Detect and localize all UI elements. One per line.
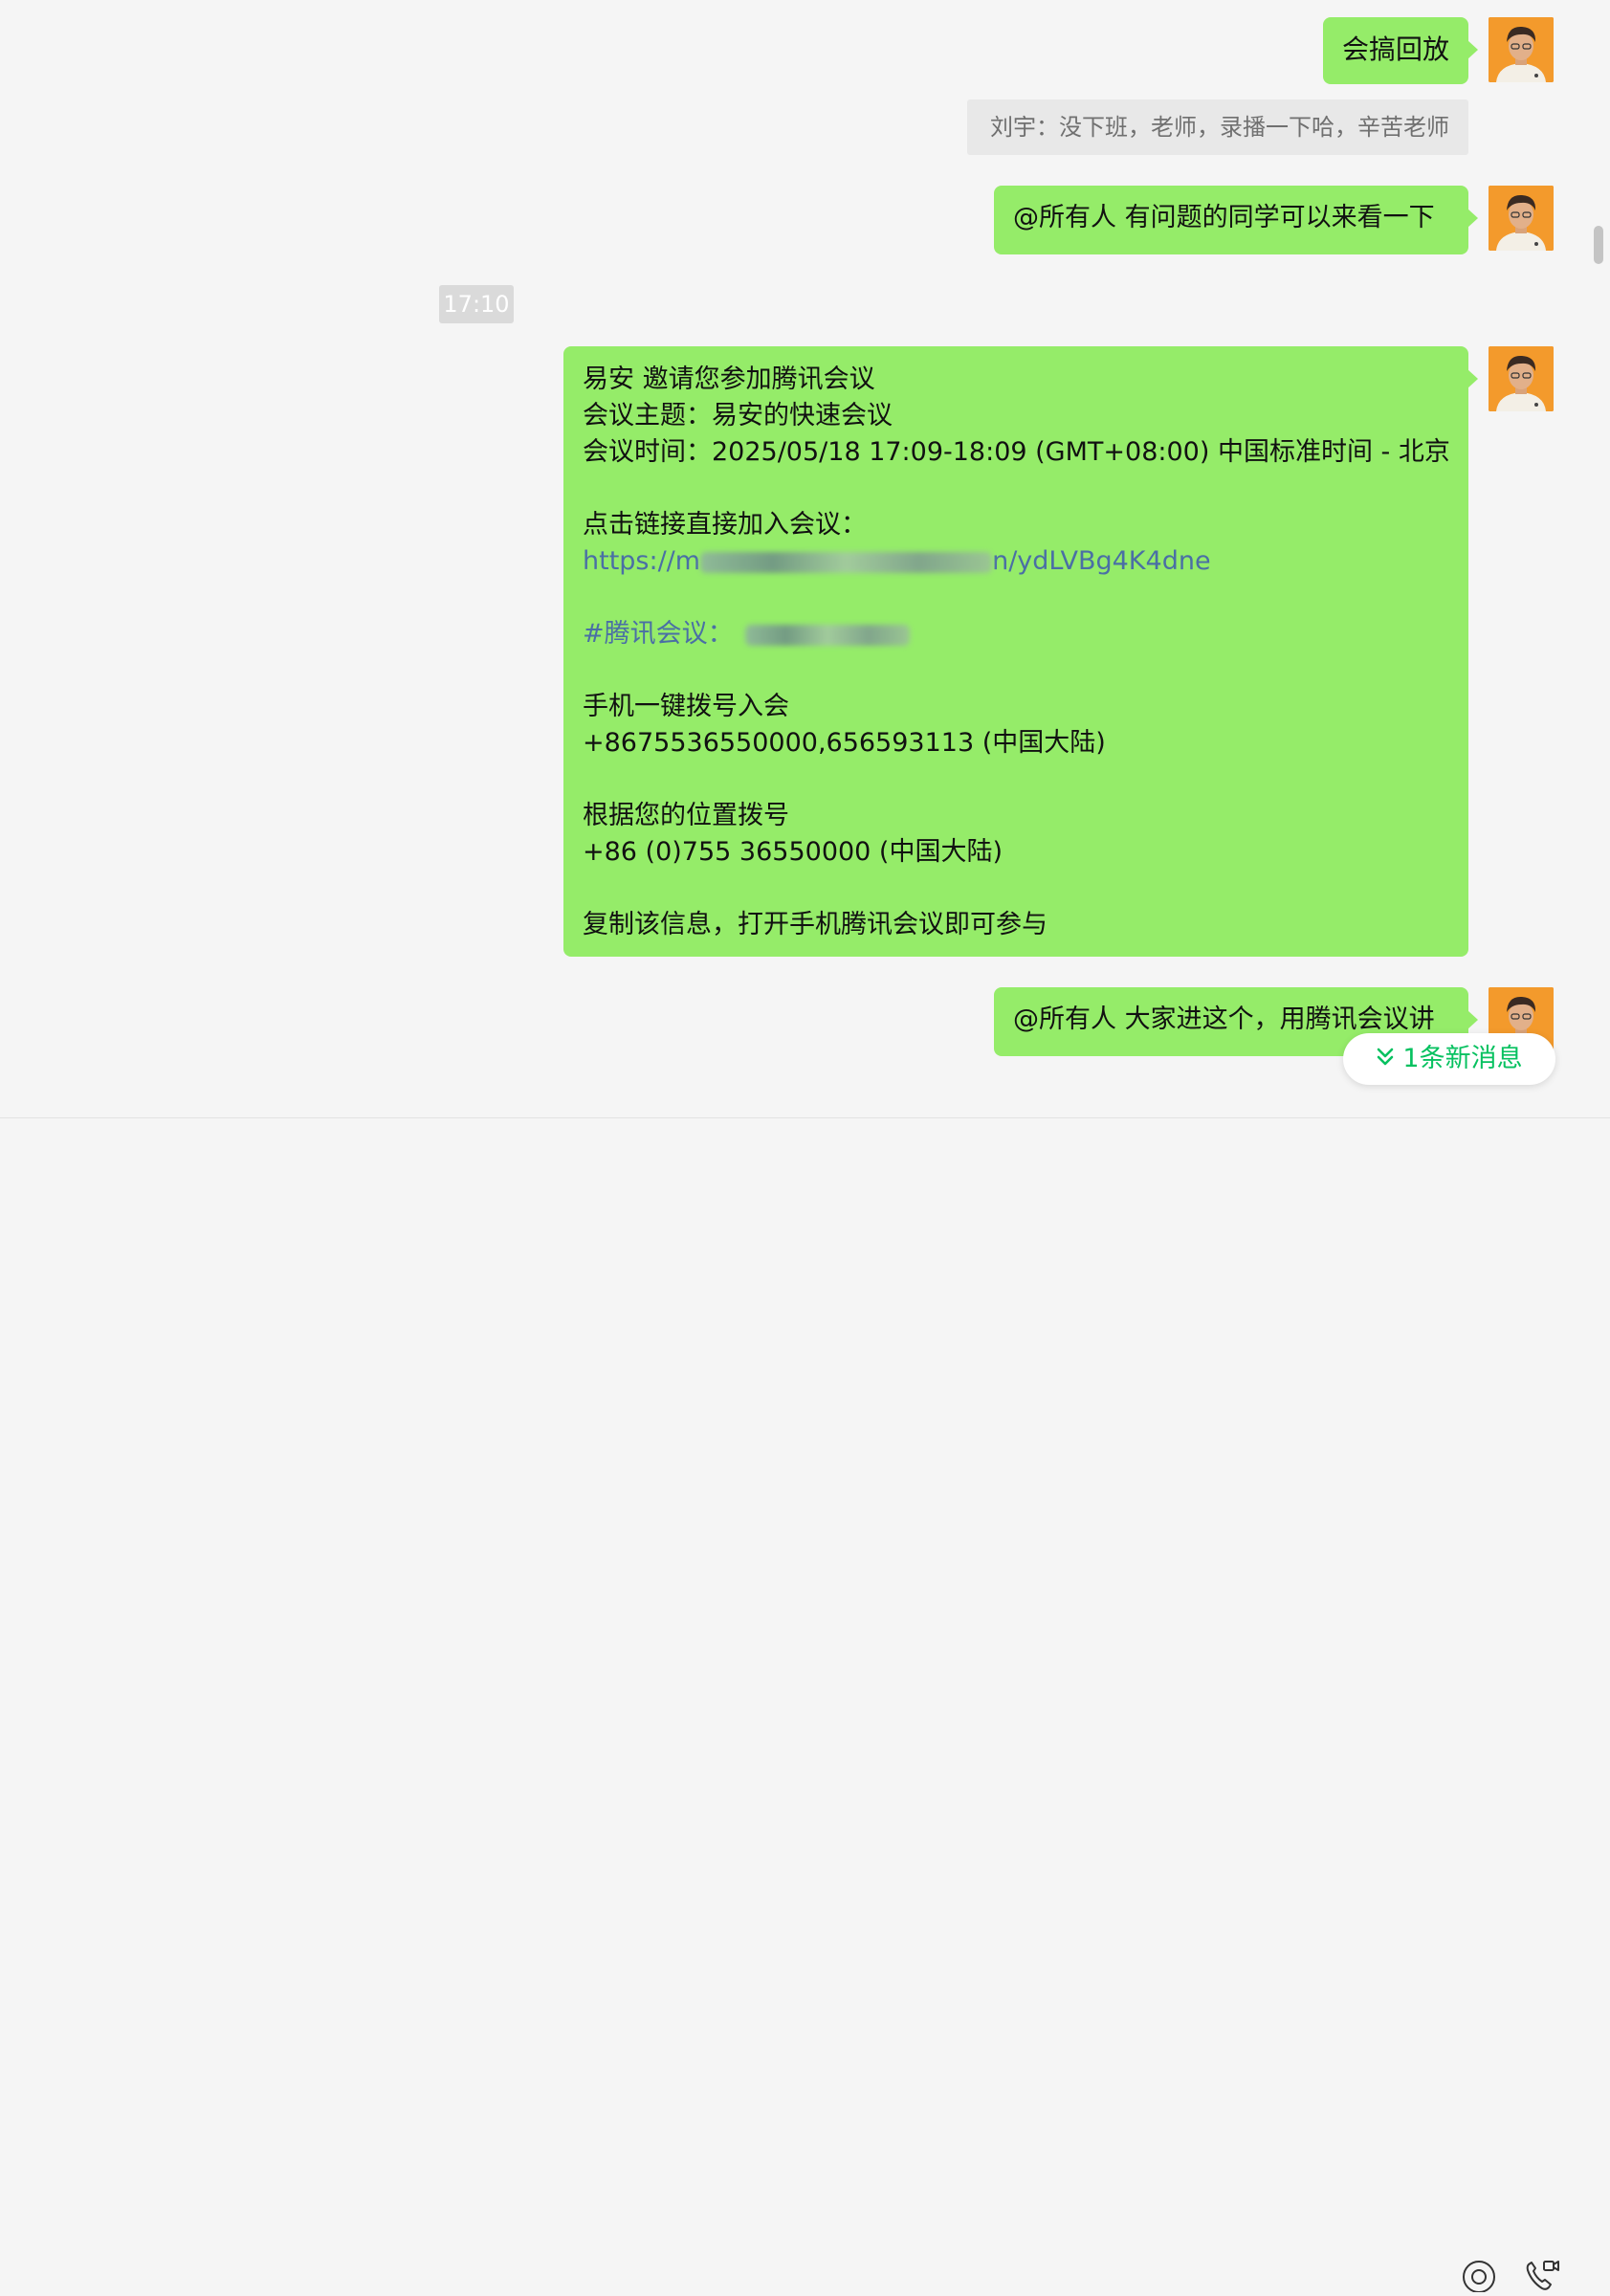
message-text: 会搞回放 xyxy=(1341,33,1449,65)
invite-dial-label: 手机一键拨号入会 xyxy=(583,692,789,721)
message-text: @所有人 有问题的同学可以来看一下 xyxy=(1013,203,1435,232)
meeting-invite-bubble[interactable]: 易安 邀请您参加腾讯会议 会议主题：易安的快速会议 会议时间：2025/05/1… xyxy=(563,346,1478,957)
invite-footer: 复制该信息，打开手机腾讯会议即可参与 xyxy=(583,910,1048,939)
redacted-blur xyxy=(700,551,993,573)
meeting-id-tag[interactable]: #腾讯会议： xyxy=(583,616,1449,652)
invite-location-number: +86 (0)755 36550000 (中国大陆) xyxy=(583,837,1003,867)
invite-location-label: 根据您的位置拨号 xyxy=(583,801,789,830)
avatar[interactable] xyxy=(1489,17,1554,82)
invite-dial-number: +8675536550000,656593113 (中国大陆) xyxy=(583,728,1106,758)
timestamp: 17:10 xyxy=(439,285,514,323)
quoted-reply[interactable]: 刘宇：没下班，老师，录播一下哈，辛苦老师 xyxy=(967,99,1468,155)
live-icon[interactable] xyxy=(1461,2257,1497,2293)
chevron-double-down-icon xyxy=(1376,1034,1395,1086)
quote-text: 刘宇：没下班，老师，录播一下哈，辛苦老师 xyxy=(990,114,1449,141)
new-message-label: 1条新消息 xyxy=(1402,1044,1523,1073)
invite-topic: 会议主题：易安的快速会议 xyxy=(583,401,893,430)
input-toolbar xyxy=(0,1118,1610,2293)
meeting-link[interactable]: https://m n/ydLVBg4K4dne xyxy=(583,543,1449,580)
message-text: @所有人 大家进这个，用腾讯会议讲 xyxy=(1013,1004,1435,1034)
new-message-button[interactable]: 1条新消息 xyxy=(1343,1033,1555,1085)
voice-video-call-icon[interactable] xyxy=(1523,2257,1559,2292)
chat-area[interactable]: 会搞回放 刘宇：没下班，老师，录播一下哈，辛苦老师 @所有人 有问题的同学可以来… xyxy=(0,0,1610,1117)
avatar[interactable] xyxy=(1489,346,1554,411)
scrollbar[interactable] xyxy=(1594,226,1603,264)
redacted-blur xyxy=(744,624,910,646)
message-bubble[interactable]: 会搞回放 xyxy=(1322,17,1479,84)
invite-join-label: 点击链接直接加入会议： xyxy=(583,510,867,540)
message-bubble[interactable]: @所有人 有问题的同学可以来看一下 xyxy=(994,186,1478,254)
invite-title: 易安 邀请您参加腾讯会议 xyxy=(583,364,875,394)
invite-time: 会议时间：2025/05/18 17:09-18:09 (GMT+08:00) … xyxy=(583,437,1450,467)
avatar[interactable] xyxy=(1489,186,1554,251)
